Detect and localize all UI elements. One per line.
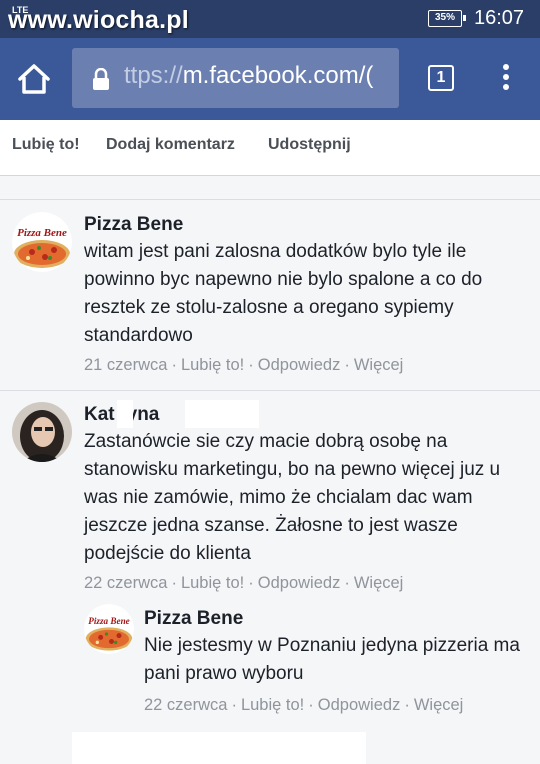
redaction-mark [185, 400, 259, 428]
comment-reply-link[interactable]: Odpowiedz [258, 356, 341, 374]
home-icon[interactable] [16, 62, 52, 96]
comment-date[interactable]: 22 czerwca [144, 696, 227, 714]
comment-text: Nie jestesmy w Poznaniu jedyna pizzeria … [144, 635, 520, 684]
comment-more-link[interactable]: Więcej [354, 356, 404, 374]
lock-icon [93, 68, 109, 90]
watermark: www.wiocha.pl [8, 6, 189, 34]
comment-text: Zastanówcie sie czy macie dobrą osobę na… [84, 431, 501, 564]
comment-like-link[interactable]: Lubię to! [181, 574, 244, 592]
svg-text:Pizza Bene: Pizza Bene [88, 616, 129, 626]
pizza-bene-avatar[interactable]: Pizza Bene [12, 212, 72, 272]
like-button[interactable]: Lubię to! [12, 136, 80, 154]
comment-meta: 22 czerwca · Lubię to! · Odpowiedz · Więcej [84, 574, 404, 592]
comment-text: witam jest pani zalosna dodatków bylo ty… [84, 241, 483, 346]
comment-meta: 21 czerwca · Lubię to! · Odpowiedz · Więcej [84, 356, 404, 374]
redaction-mark [117, 400, 133, 428]
svg-text:Pizza Bene: Pizza Bene [17, 227, 67, 239]
comment-divider [0, 390, 540, 391]
clock: 16:07 [474, 7, 525, 29]
comment-like-link[interactable]: Lubię to! [181, 356, 244, 374]
comments-list: Pizza Bene Pizza Bene witam jest pani za… [0, 200, 540, 764]
add-comment-button[interactable]: Dodaj komentarz [106, 136, 235, 154]
overflow-menu-icon[interactable] [494, 64, 518, 94]
comment-more-link[interactable]: Więcej [354, 574, 404, 592]
tab-switcher-button[interactable]: 1 [428, 65, 454, 91]
comment-meta: 22 czerwca · Lubię to! · Odpowiedz · Więcej [144, 696, 464, 714]
section-gap [0, 176, 540, 200]
comment-more-link[interactable]: Więcej [414, 696, 464, 714]
comment-like-link[interactable]: Lubię to! [241, 696, 304, 714]
comment-author[interactable]: Pizza Bene [84, 214, 183, 236]
battery-icon: 35% [428, 10, 466, 27]
comment-date[interactable]: 22 czerwca [84, 574, 167, 592]
post-actions-bar: Lubię to! Dodaj komentarz Udostępnij [0, 120, 540, 176]
pizza-bene-avatar[interactable]: Pizza Bene [84, 604, 134, 654]
url-text: ttps://m.facebook.com/( [124, 62, 374, 89]
redaction-mark [72, 732, 366, 764]
user-avatar[interactable] [12, 402, 72, 462]
share-button[interactable]: Udostępnij [268, 136, 351, 154]
comment-author[interactable]: Pizza Bene [144, 608, 243, 630]
address-bar[interactable]: ttps://m.facebook.com/( [72, 48, 399, 108]
comment-reply-link[interactable]: Odpowiedz [258, 574, 341, 592]
browser-toolbar: ttps://m.facebook.com/( 1 [0, 38, 540, 120]
status-bar: LTE www.wiocha.pl 35% 16:07 [0, 0, 540, 38]
comment-reply-link[interactable]: Odpowiedz [318, 696, 401, 714]
comment-date[interactable]: 21 czerwca [84, 356, 167, 374]
